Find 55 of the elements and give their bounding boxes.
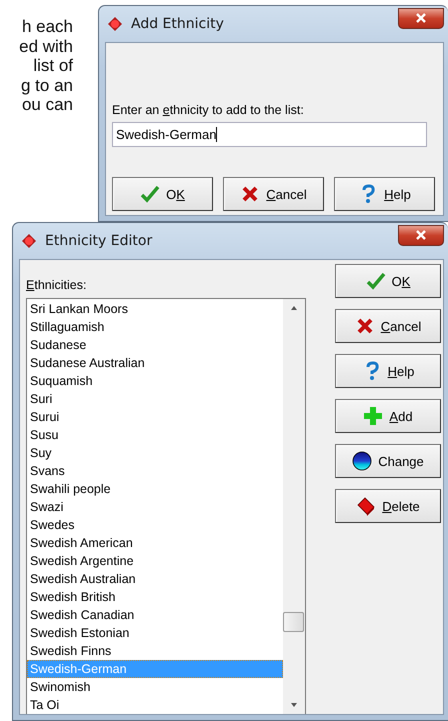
ethnicity-input-field[interactable]: Swedish-German (112, 122, 427, 147)
list-item[interactable]: Swinomish (27, 678, 283, 696)
ok-button[interactable]: OK (112, 177, 213, 211)
close-button[interactable] (398, 8, 444, 28)
app-icon (107, 16, 123, 32)
globe-icon (352, 451, 372, 471)
cross-icon (354, 316, 375, 336)
cross-icon (240, 184, 260, 204)
list-item[interactable]: Suquamish (27, 372, 283, 390)
list-item[interactable]: Swahili people (27, 480, 283, 498)
help-button[interactable]: Help (334, 177, 435, 211)
checkmark-icon (366, 271, 386, 291)
checkmark-icon (140, 184, 160, 204)
close-icon (415, 230, 427, 240)
list-item[interactable]: Swedish Canadian (27, 606, 283, 624)
list-item[interactable]: Stillaguamish (27, 318, 283, 336)
app-icon (21, 233, 37, 249)
list-item[interactable]: Surui (27, 408, 283, 426)
ethnicity-list[interactable] (26, 298, 306, 714)
list-item[interactable]: Swedes (27, 516, 283, 534)
list-label: Ethnicities: (26, 277, 88, 294)
scroll-down-icon[interactable] (289, 702, 299, 708)
list-item[interactable]: Susu (27, 426, 283, 444)
cancel-button[interactable]: Cancel (335, 309, 441, 343)
eraser-icon (356, 496, 376, 516)
list-item[interactable]: Swedish Estonian (27, 624, 283, 642)
list-item[interactable]: Swedish Finns (27, 642, 283, 660)
list-item[interactable]: Sri Lankan Moors (27, 300, 283, 318)
list-item[interactable]: Ta Oi (27, 696, 283, 714)
scrollbar[interactable] (283, 299, 305, 714)
plus-icon (363, 406, 384, 426)
list-item[interactable]: Svans (27, 462, 283, 480)
prompt-label: Enter an ethnicity to add to the list: (112, 102, 305, 119)
list-item[interactable]: Sudanese Australian (27, 354, 283, 372)
change-button[interactable]: Change (335, 444, 441, 478)
cancel-button[interactable]: Cancel (223, 177, 324, 211)
add-button[interactable]: Add (335, 399, 441, 433)
list-item[interactable]: Suri (27, 390, 283, 408)
scroll-thumb[interactable] (283, 612, 304, 632)
document-text: h each ed with list of g to an ou can (18, 16, 73, 116)
scroll-up-icon[interactable] (289, 305, 299, 311)
window-title: Ethnicity Editor (45, 233, 152, 249)
list-item[interactable]: Swedish British (27, 588, 283, 606)
list-item[interactable]: Swedish Argentine (27, 552, 283, 570)
list-item[interactable]: Sudanese (27, 336, 283, 354)
ok-button[interactable]: OK (335, 264, 441, 298)
list-item[interactable]: Swazi (27, 498, 283, 516)
close-button[interactable] (398, 224, 444, 246)
list-item[interactable]: Swedish Australian (27, 570, 283, 588)
delete-button[interactable]: Delete (335, 489, 441, 523)
help-button[interactable]: Help (335, 354, 441, 388)
close-icon (415, 13, 427, 23)
list-item[interactable]: Swedish American (27, 534, 283, 552)
list-item[interactable]: Suy (27, 444, 283, 462)
window-title: Add Ethnicity (131, 16, 224, 32)
